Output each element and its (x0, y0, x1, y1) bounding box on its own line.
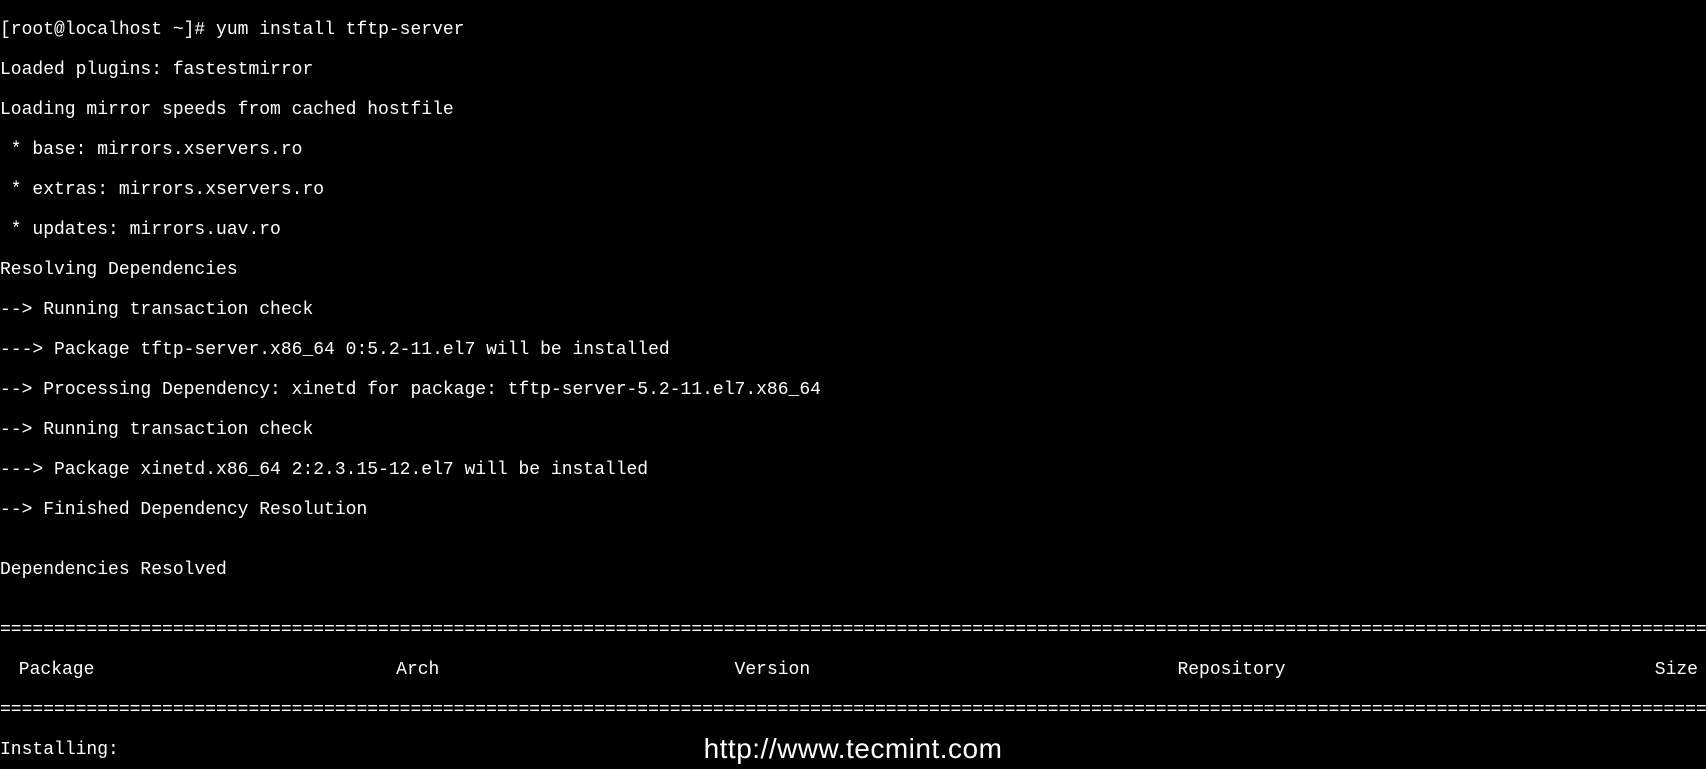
output-line: * extras: mirrors.xservers.ro (0, 180, 1706, 200)
header-arch: Arch (396, 660, 734, 680)
watermark-url: http://www.tecmint.com (0, 739, 1706, 759)
divider-rule: ========================================… (0, 620, 1706, 640)
header-package: Package (0, 660, 396, 680)
table-header-row: Package Arch Version Repository Size (0, 660, 1706, 680)
output-line: Resolving Dependencies (0, 260, 1706, 280)
command-input[interactable]: yum install tftp-server (216, 20, 464, 40)
output-line: Loaded plugins: fastestmirror (0, 60, 1706, 80)
shell-prompt: [root@localhost ~]# (0, 20, 216, 40)
header-version: Version (735, 660, 1178, 680)
output-line: --> Finished Dependency Resolution (0, 500, 1706, 520)
output-line: ---> Package tftp-server.x86_64 0:5.2-11… (0, 340, 1706, 360)
output-line: --> Running transaction check (0, 300, 1706, 320)
output-line: Dependencies Resolved (0, 560, 1706, 580)
output-line: * updates: mirrors.uav.ro (0, 220, 1706, 240)
output-line: * base: mirrors.xservers.ro (0, 140, 1706, 160)
header-repository: Repository (1177, 660, 1510, 680)
divider-rule: ========================================… (0, 700, 1706, 720)
output-line: ---> Package xinetd.x86_64 2:2.3.15-12.e… (0, 460, 1706, 480)
terminal[interactable]: [root@localhost ~]# yum install tftp-ser… (0, 0, 1706, 769)
output-line: --> Processing Dependency: xinetd for pa… (0, 380, 1706, 400)
output-line: Loading mirror speeds from cached hostfi… (0, 100, 1706, 120)
header-size: Size (1511, 660, 1706, 680)
output-line: --> Running transaction check (0, 420, 1706, 440)
